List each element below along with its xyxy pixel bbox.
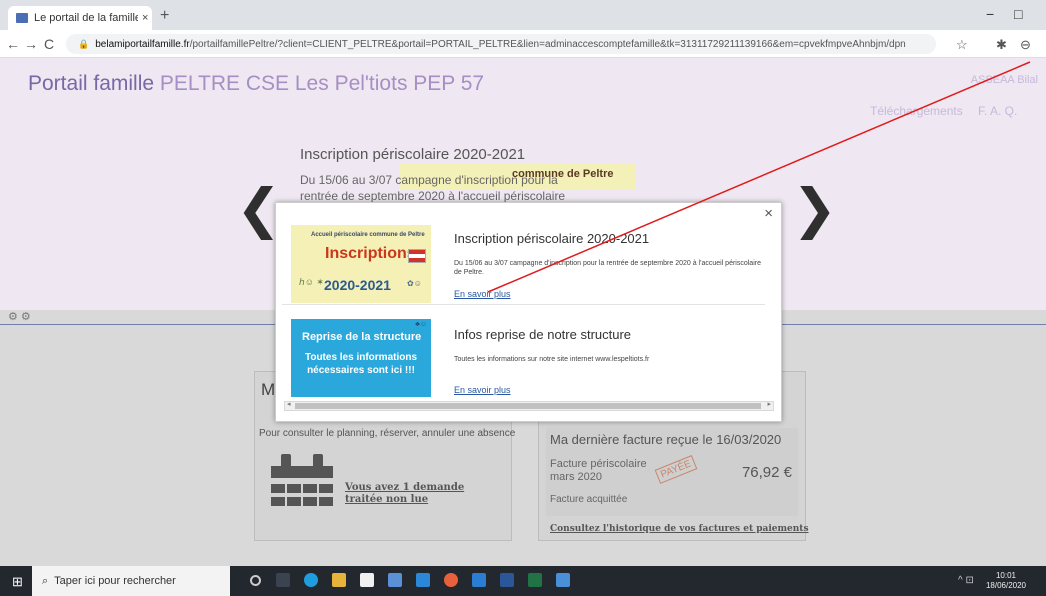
- mail-icon[interactable]: [388, 573, 402, 587]
- screenshot-tool-icon[interactable]: [556, 573, 570, 587]
- clock-time: 10:01: [995, 571, 1016, 580]
- windows-start-icon[interactable]: ⊞: [12, 574, 23, 590]
- windows-taskbar: ⊞ ⌕ Taper ici pour rechercher ^ ⊡ 10:01 1…: [0, 566, 1046, 596]
- cortana-icon[interactable]: [250, 575, 261, 586]
- task-view-icon[interactable]: [276, 573, 290, 587]
- red-annotation-line: [487, 61, 1031, 293]
- taskbar-search-placeholder: Taper ici pour rechercher: [54, 575, 176, 587]
- store-icon[interactable]: [360, 573, 374, 587]
- taskbar-clock[interactable]: 10:01 18/06/2020: [986, 571, 1026, 591]
- taskbar-search-field[interactable]: ⌕ Taper ici pour rechercher: [32, 566, 230, 596]
- edge-browser-icon[interactable]: [304, 573, 318, 587]
- search-icon: ⌕: [42, 575, 49, 587]
- outlook-icon[interactable]: [472, 573, 486, 587]
- file-explorer-icon[interactable]: [332, 573, 346, 587]
- word-icon[interactable]: [500, 573, 514, 587]
- excel-icon[interactable]: [528, 573, 542, 587]
- settings-app-icon[interactable]: [416, 573, 430, 587]
- chrome-icon[interactable]: [444, 573, 458, 587]
- clock-date: 18/06/2020: [985, 581, 1026, 590]
- system-tray-icons[interactable]: ^ ⊡: [958, 575, 974, 586]
